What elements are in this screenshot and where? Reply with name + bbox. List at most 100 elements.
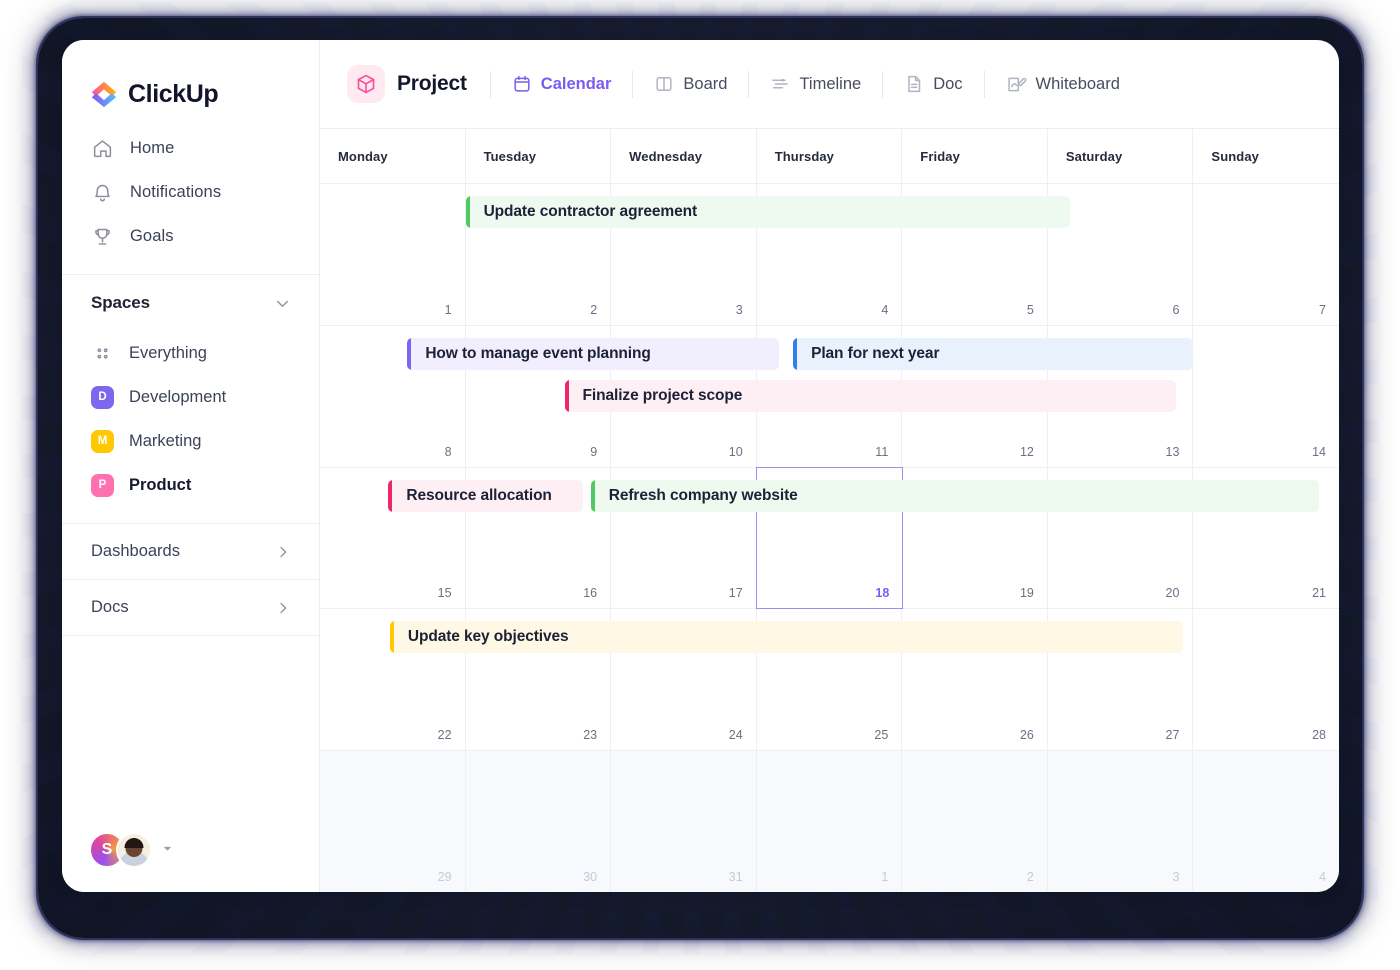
spaces-section-header[interactable]: Spaces	[62, 275, 319, 331]
day-number: 8	[445, 445, 452, 459]
main-area: Project Calendar Bo	[320, 40, 1339, 892]
day-number: 6	[1172, 303, 1179, 317]
sidebar-divider-4	[62, 635, 319, 636]
day-header: Thursday	[757, 129, 903, 183]
day-number: 28	[1312, 728, 1326, 742]
calendar-week-row: 22232425262728Update key objectives	[320, 609, 1339, 751]
day-header: Tuesday	[466, 129, 612, 183]
day-number: 22	[438, 728, 452, 742]
event-title: Update key objectives	[394, 628, 569, 646]
calendar-day-cell[interactable]: 14	[1193, 326, 1339, 467]
day-number: 16	[583, 586, 597, 600]
calendar-day-cell[interactable]: 29	[320, 751, 466, 892]
chevron-down-icon[interactable]	[273, 294, 292, 313]
calendar-event[interactable]: Finalize project scope	[565, 380, 1176, 412]
brand-name: ClickUp	[128, 80, 218, 109]
calendar-day-cell[interactable]: 4	[1193, 751, 1339, 892]
day-number: 21	[1312, 586, 1326, 600]
sidebar-item-goals[interactable]: Goals	[62, 214, 319, 258]
day-number: 24	[729, 728, 743, 742]
day-number: 5	[1027, 303, 1034, 317]
clickup-logo-icon	[89, 79, 119, 109]
day-number: 30	[583, 870, 597, 884]
tab-doc[interactable]: Doc	[883, 64, 983, 104]
day-number: 3	[736, 303, 743, 317]
space-label: Product	[129, 476, 191, 495]
sidebar-item-everything[interactable]: Everything	[62, 331, 319, 375]
brand-logo[interactable]: ClickUp	[62, 40, 319, 118]
bell-icon	[91, 181, 113, 203]
tab-timeline[interactable]: Timeline	[749, 64, 882, 104]
doc-icon	[904, 74, 924, 94]
tab-label: Board	[683, 75, 727, 94]
sidebar-item-label: Goals	[130, 227, 174, 246]
space-badge-marketing: M	[91, 430, 114, 453]
day-number: 26	[1020, 728, 1034, 742]
day-header: Saturday	[1048, 129, 1194, 183]
event-title: Update contractor agreement	[470, 203, 698, 221]
day-number: 20	[1166, 586, 1180, 600]
calendar-week-row: 15161718192021Resource allocationRefresh…	[320, 468, 1339, 610]
day-number: 11	[875, 445, 888, 459]
sidebar-item-dashboards[interactable]: Dashboards	[62, 524, 319, 579]
tab-label: Whiteboard	[1036, 75, 1120, 94]
tab-board[interactable]: Board	[633, 64, 748, 104]
avatar-photo[interactable]	[116, 832, 152, 868]
calendar-day-cell[interactable]: 2	[902, 751, 1048, 892]
calendar-day-cell[interactable]: 30	[466, 751, 612, 892]
project-chip[interactable]: Project	[347, 65, 490, 103]
home-icon	[91, 137, 113, 159]
day-number: 31	[729, 870, 743, 884]
calendar-event[interactable]: Update contractor agreement	[466, 196, 1070, 228]
spaces-list: Everything D Development M Marketing P P…	[62, 331, 319, 507]
clickup-app-window: ClickUp Home Notifications	[62, 40, 1339, 892]
day-number: 10	[729, 445, 743, 459]
event-title: Resource allocation	[392, 487, 551, 505]
user-avatars[interactable]: S	[89, 832, 174, 868]
day-header: Friday	[902, 129, 1048, 183]
day-header: Monday	[320, 129, 466, 183]
tab-calendar[interactable]: Calendar	[491, 64, 633, 104]
sidebar-item-label: Dashboards	[91, 542, 180, 561]
calendar-event[interactable]: Plan for next year	[793, 338, 1193, 370]
sidebar-item-home[interactable]: Home	[62, 126, 319, 170]
calendar-day-cell[interactable]: 1	[320, 184, 466, 325]
event-title: How to manage event planning	[411, 345, 650, 363]
whiteboard-icon	[1006, 74, 1027, 95]
calendar-day-cell[interactable]: 7	[1193, 184, 1339, 325]
calendar-event[interactable]: How to manage event planning	[407, 338, 778, 370]
tab-label: Calendar	[541, 75, 612, 94]
tab-whiteboard[interactable]: Whiteboard	[985, 64, 1141, 104]
day-number: 17	[729, 586, 743, 600]
sidebar-item-marketing[interactable]: M Marketing	[62, 419, 319, 463]
sidebar: ClickUp Home Notifications	[62, 40, 320, 892]
calendar-week-row: 29 30 31 123 4	[320, 751, 1339, 892]
sidebar-item-label: Home	[130, 139, 174, 158]
space-label: Marketing	[129, 432, 201, 451]
day-number: 1	[445, 303, 452, 317]
sidebar-item-label: Notifications	[130, 183, 221, 202]
chevron-right-icon	[274, 599, 292, 617]
project-name: Project	[397, 72, 467, 96]
event-title: Finalize project scope	[569, 387, 743, 405]
day-number: 23	[583, 728, 597, 742]
sidebar-item-docs[interactable]: Docs	[62, 580, 319, 635]
calendar-day-cell[interactable]: 3	[1048, 751, 1194, 892]
trophy-icon	[91, 225, 113, 247]
calendar-day-cell[interactable]: 6	[1048, 184, 1194, 325]
calendar-day-headers: Monday Tuesday Wednesday Thursday Friday…	[320, 129, 1339, 184]
calendar-day-cell[interactable]: 1	[757, 751, 903, 892]
calendar-event[interactable]: Refresh company website	[591, 480, 1319, 512]
calendar-event[interactable]: Update key objectives	[390, 621, 1183, 653]
day-number: 1	[881, 870, 888, 884]
sidebar-item-development[interactable]: D Development	[62, 375, 319, 419]
caret-down-icon[interactable]	[161, 842, 174, 858]
sidebar-item-notifications[interactable]: Notifications	[62, 170, 319, 214]
day-number: 4	[1319, 870, 1326, 884]
calendar-event[interactable]: Resource allocation	[388, 480, 583, 512]
tab-label: Doc	[933, 75, 962, 94]
sidebar-item-product[interactable]: P Product	[62, 463, 319, 507]
calendar-day-cell[interactable]: 31	[611, 751, 757, 892]
calendar-day-cell[interactable]: 28	[1193, 609, 1339, 750]
tab-label: Timeline	[799, 75, 861, 94]
